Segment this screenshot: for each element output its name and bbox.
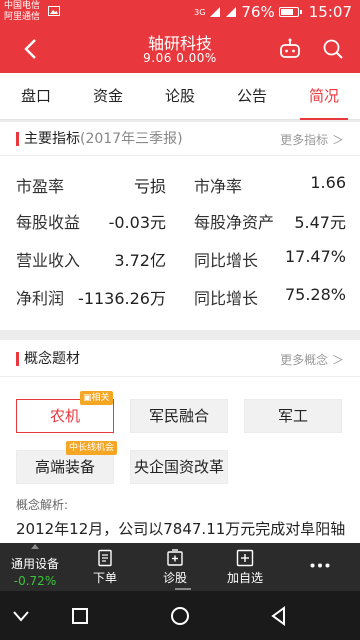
indicators-title: 主要指标(2017年三季报) — [24, 128, 183, 148]
industry-name: 通用设备 — [10, 557, 59, 571]
concept-chip-high-end-equipment[interactable]: 高端装备 — [16, 450, 114, 484]
tab-announcements[interactable]: 公告 — [216, 73, 288, 119]
more-dots-icon — [310, 563, 330, 568]
revenue-growth-value: 17.47% — [284, 247, 346, 266]
pe-label: 市盈率 — [16, 177, 65, 196]
more-concepts-link[interactable]: 更多概念 ＞ — [280, 351, 344, 368]
indicators-panel: 主要指标(2017年三季报) 更多指标 ＞ 市盈率 亏损 市净率 1.66 每股… — [0, 122, 360, 330]
add-watchlist-button[interactable]: 加自选 — [220, 543, 270, 591]
carrier-info: 中国电信 阿里通信 — [4, 1, 40, 23]
clock: 15:07 — [308, 3, 352, 21]
section-marker — [16, 352, 19, 366]
network-type: 3G — [194, 7, 206, 17]
pb-label: 市净率 — [194, 177, 243, 196]
more-indicators-link[interactable]: 更多指标 ＞ — [280, 131, 344, 148]
tab-discussion[interactable]: 论股 — [144, 73, 216, 119]
concept-chip-military-civil[interactable]: 军民融合 — [130, 399, 228, 433]
analysis-label: 概念解析: — [16, 498, 69, 512]
stock-price-change: 9.06 0.00% — [143, 51, 217, 65]
concepts-header: 概念题材 更多概念 ＞ — [0, 342, 360, 374]
diagnose-label: 诊股 — [162, 571, 187, 585]
net-profit-value: -1136.26万 — [78, 289, 166, 308]
bvps-value: 5.47元 — [294, 213, 346, 232]
pb-value: 1.66 — [310, 173, 346, 192]
tab-profile[interactable]: 简况 — [288, 73, 360, 120]
indicator-row: 市盈率 亏损 市净率 1.66 — [16, 173, 346, 203]
profit-growth-label: 同比增长 — [194, 289, 259, 308]
system-nav-bar — [0, 591, 360, 640]
add-watchlist-label: 加自选 — [226, 571, 263, 585]
add-watchlist-icon — [236, 549, 254, 567]
section-marker — [16, 132, 19, 146]
more-button[interactable] — [300, 543, 340, 591]
indicator-row: 净利润 -1136.26万 同比增长 75.28% — [16, 285, 346, 315]
indicators-title-text: 主要指标 — [24, 131, 80, 147]
divider — [0, 155, 360, 156]
concepts-panel: 概念题材 更多概念 ＞ 农机 ▣相关 军民融合 军工 高端装备 中长线机会 央企… — [0, 340, 360, 543]
signal-icon-2 — [226, 7, 237, 17]
status-bar: 中国电信 阿里通信 3G 76% 15:07 — [0, 0, 360, 25]
eps-value: -0.03元 — [108, 213, 166, 232]
revenue-value: 3.72亿 — [114, 251, 166, 270]
concept-chip-military[interactable]: 军工 — [244, 399, 342, 433]
industry-change: -0.72% — [13, 574, 57, 588]
carrier-line-1: 中国电信 — [4, 1, 41, 11]
industry-indicator[interactable]: 通用设备 -0.72% — [6, 543, 64, 591]
related-tag: ▣相关 — [80, 391, 113, 405]
home-icon[interactable] — [169, 605, 191, 627]
signal-icon — [210, 7, 221, 17]
tag-icon: ▣ — [83, 393, 92, 403]
tab-bar: 盘口 资金 论股 公告 简况 — [0, 73, 360, 120]
divider — [0, 376, 360, 377]
order-button[interactable]: 下单 — [80, 543, 130, 591]
bottom-toolbar: 通用设备 -0.72% 下单 诊股 加自选 — [0, 543, 360, 591]
robot-icon[interactable] — [278, 37, 302, 61]
revenue-growth-label: 同比增长 — [194, 251, 259, 270]
long-term-tag: 中长线机会 — [66, 441, 118, 455]
tab-capital-flow[interactable]: 资金 — [72, 73, 144, 119]
order-label: 下单 — [92, 571, 117, 585]
indicator-row: 每股收益 -0.03元 每股净资产 5.47元 — [16, 209, 346, 239]
status-right: 3G 76% 15:07 — [194, 3, 352, 21]
diagnose-button[interactable]: 诊股 — [150, 543, 200, 591]
battery-percent: 76% — [241, 3, 275, 21]
eps-label: 每股收益 — [16, 213, 81, 232]
search-icon[interactable] — [321, 37, 345, 61]
carrier-line-2: 阿里通信 — [4, 12, 41, 22]
back-triangle-icon[interactable] — [268, 605, 290, 627]
concept-chip-soe-reform[interactable]: 央企国资改革 — [130, 450, 228, 484]
indicators-period: (2017年三季报) — [80, 131, 183, 147]
tab-order-book[interactable]: 盘口 — [0, 73, 72, 119]
chevron-down-icon[interactable] — [10, 605, 32, 627]
app-header: 轴研科技 9.06 0.00% — [0, 25, 360, 73]
bvps-label: 每股净资产 — [194, 213, 275, 232]
image-notification-icon — [48, 6, 60, 16]
indicators-header: 主要指标(2017年三季报) 更多指标 ＞ — [0, 122, 360, 154]
battery-icon — [278, 7, 302, 17]
pe-value: 亏损 — [133, 177, 166, 196]
net-profit-label: 净利润 — [16, 289, 65, 308]
analysis-text: 2012年12月，公司以7847.11万元完成对阜阳轴 — [16, 520, 346, 538]
revenue-label: 营业收入 — [16, 251, 81, 270]
recent-apps-icon[interactable] — [69, 605, 91, 627]
profit-growth-value: 75.28% — [284, 285, 346, 304]
order-icon — [98, 549, 112, 567]
indicator-row: 营业收入 3.72亿 同比增长 17.47% — [16, 247, 346, 277]
concepts-title: 概念题材 — [24, 351, 80, 367]
diagnose-icon — [167, 549, 183, 566]
page-indicator — [175, 588, 191, 590]
related-tag-text: 相关 — [91, 393, 110, 403]
